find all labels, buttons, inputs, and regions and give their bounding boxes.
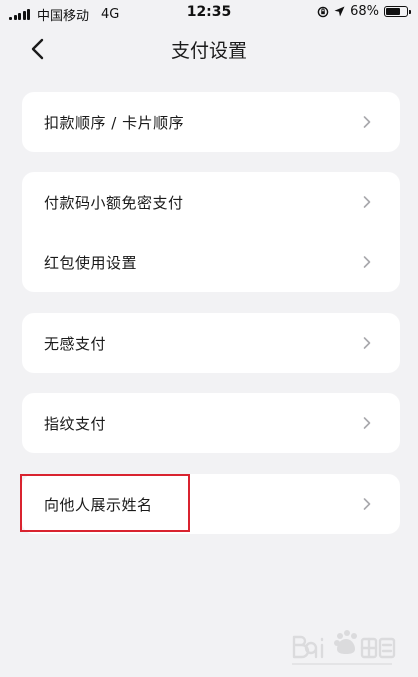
chevron-right-icon bbox=[363, 256, 371, 268]
chevron-right-icon bbox=[363, 337, 371, 349]
row-label: 红包使用设置 bbox=[44, 253, 138, 272]
page-title: 支付设置 bbox=[170, 40, 247, 62]
settings-row-red-packet[interactable]: 红包使用设置 bbox=[22, 232, 400, 292]
row-label: 向他人展示姓名 bbox=[44, 495, 153, 514]
chevron-right-icon bbox=[363, 417, 371, 429]
settings-row-seamless-payment[interactable]: 无感支付 bbox=[22, 313, 400, 373]
settings-card-4: 指纹支付 bbox=[22, 393, 400, 453]
watermark-logo bbox=[292, 630, 396, 665]
location-arrow-icon bbox=[334, 6, 345, 17]
chevron-right-icon bbox=[363, 116, 371, 128]
settings-card-2: 付款码小额免密支付 红包使用设置 bbox=[22, 172, 400, 292]
battery-icon bbox=[384, 6, 411, 17]
row-label: 无感支付 bbox=[44, 334, 107, 353]
settings-card-5: 向他人展示姓名 bbox=[22, 474, 400, 534]
settings-card-3: 无感支付 bbox=[22, 313, 400, 373]
status-right: 68% bbox=[317, 4, 411, 19]
settings-row-payment-order[interactable]: 扣款顺序 / 卡片顺序 bbox=[22, 92, 400, 152]
nav-bar: 支付设置 bbox=[0, 26, 418, 72]
row-label: 扣款顺序 / 卡片顺序 bbox=[44, 113, 185, 132]
settings-card-1: 扣款顺序 / 卡片顺序 bbox=[22, 92, 400, 152]
row-label: 指纹支付 bbox=[44, 414, 107, 433]
status-bar: 中国移动 4G 12:35 68% bbox=[0, 0, 418, 26]
settings-row-show-name[interactable]: 向他人展示姓名 bbox=[22, 474, 400, 534]
orientation-lock-icon bbox=[317, 6, 329, 17]
chevron-right-icon bbox=[363, 196, 371, 208]
chevron-right-icon bbox=[363, 498, 371, 510]
row-label: 付款码小额免密支付 bbox=[44, 193, 184, 212]
battery-percent: 68% bbox=[350, 4, 379, 19]
settings-row-small-password-free[interactable]: 付款码小额免密支付 bbox=[22, 172, 400, 232]
settings-row-fingerprint-payment[interactable]: 指纹支付 bbox=[22, 393, 400, 453]
